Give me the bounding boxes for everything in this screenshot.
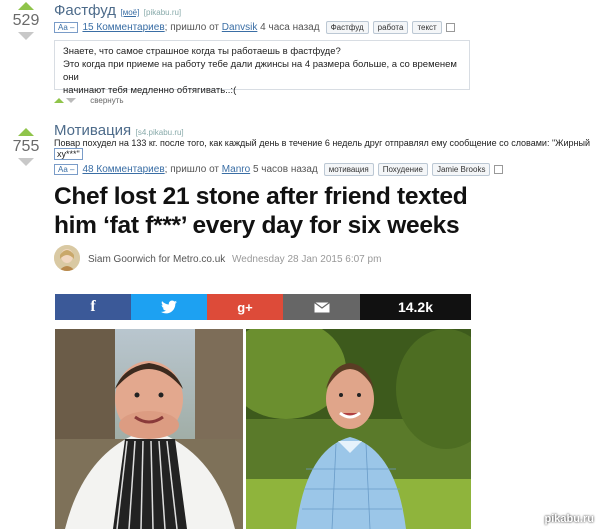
post2-meta: Aa –48 Комментариев; пришло от Manro 5 ч… xyxy=(54,163,504,176)
collapse-link[interactable]: свернуть xyxy=(90,96,123,105)
downvote-icon[interactable] xyxy=(18,158,34,166)
post2-title[interactable]: Мотивация xyxy=(54,122,131,139)
post1-vote: 529 xyxy=(6,2,46,40)
font-size-toggle[interactable]: Aa – xyxy=(54,22,79,33)
post2-description: Повар похудел на 133 кг. после того, как… xyxy=(54,138,594,148)
tag-item[interactable]: мотивация xyxy=(323,163,374,176)
twitter-icon xyxy=(161,300,177,314)
after-photo xyxy=(246,329,471,529)
tag-item[interactable]: Фастфуд xyxy=(325,21,369,34)
post1-footer: свернуть xyxy=(54,96,124,105)
downvote-icon[interactable] xyxy=(18,32,34,40)
upvote-icon[interactable] xyxy=(18,2,34,10)
mini-upvote-icon[interactable] xyxy=(54,98,64,103)
byline-date: Wednesday 28 Jan 2015 6:07 pm xyxy=(232,254,382,265)
font-size-toggle[interactable]: Aa – xyxy=(54,164,79,175)
post2-desc-line: Повар похудел на 133 кг. после того, как… xyxy=(54,138,590,148)
select-checkbox[interactable] xyxy=(445,22,455,32)
mini-downvote-icon[interactable] xyxy=(66,98,76,103)
watermark: pikabu.ru xyxy=(544,513,594,525)
headline-line: Chef lost 21 stone after friend texted xyxy=(54,183,468,210)
post1-header: Фастфуд [моё] [pikabu.ru] xyxy=(54,2,181,20)
meta-text: ; пришло от xyxy=(164,164,220,175)
tag-item[interactable]: текст xyxy=(412,21,442,34)
upvote-icon[interactable] xyxy=(18,128,34,136)
share-count: 14.2k xyxy=(360,294,471,320)
post2-comments-link[interactable]: 48 Комментариев xyxy=(82,164,164,175)
post2-desc-continuation: ху***" xyxy=(54,148,83,160)
post1-title[interactable]: Фастфуд xyxy=(54,2,116,19)
post1-time: 4 часа назад xyxy=(260,22,320,33)
headline-line: him ‘fat f***’ every day for six weeks xyxy=(54,212,460,239)
tag-item[interactable]: Похудение xyxy=(377,163,428,176)
post2-time: 5 часов назад xyxy=(252,164,318,175)
post2-source: [s4.pikabu.ru] xyxy=(135,128,184,137)
googleplus-share-button[interactable]: g+ xyxy=(207,294,283,320)
article-byline: Siam Goorwich for Metro.co.uk Wednesday … xyxy=(88,254,381,265)
meta-text: ; пришло от xyxy=(164,22,220,33)
select-checkbox[interactable] xyxy=(494,164,504,174)
author-avatar xyxy=(54,245,80,271)
facebook-icon: f xyxy=(90,298,96,315)
article-headline: Chef lost 21 stone after friend texted h… xyxy=(54,182,468,240)
before-photo xyxy=(55,329,243,529)
post1-author-link[interactable]: Danvsik xyxy=(222,22,258,33)
post2-author-link[interactable]: Manro xyxy=(222,164,250,175)
post1-score: 529 xyxy=(12,12,40,29)
tag-item[interactable]: Jamie Brooks xyxy=(431,163,491,176)
googleplus-icon: g+ xyxy=(237,299,253,315)
tag-item[interactable]: работа xyxy=(372,21,409,34)
post1-badge[interactable]: [моё] xyxy=(121,8,140,17)
byline-author: Siam Goorwich for Metro.co.uk xyxy=(88,254,226,265)
post2-desc-line: ху***" xyxy=(57,149,80,159)
post1-text-line: Это когда при приеме на работу тебе дали… xyxy=(63,59,457,83)
envelope-icon xyxy=(313,301,330,312)
post1-comments-link[interactable]: 15 Комментариев xyxy=(82,22,164,33)
post2-score: 755 xyxy=(12,138,40,155)
twitter-share-button[interactable] xyxy=(131,294,207,320)
post2-vote: 755 xyxy=(6,128,46,166)
post1-source: [pikabu.ru] xyxy=(143,8,182,17)
post1-text-box: Знаете, что самое страшное когда ты рабо… xyxy=(54,40,470,96)
facebook-share-button[interactable]: f xyxy=(55,294,131,320)
post1-meta: Aa –15 Комментариев; пришло от Danvsik 4… xyxy=(54,21,455,34)
post1-text-line: Знаете, что самое страшное когда ты рабо… xyxy=(63,46,341,57)
email-share-button[interactable] xyxy=(283,294,360,320)
